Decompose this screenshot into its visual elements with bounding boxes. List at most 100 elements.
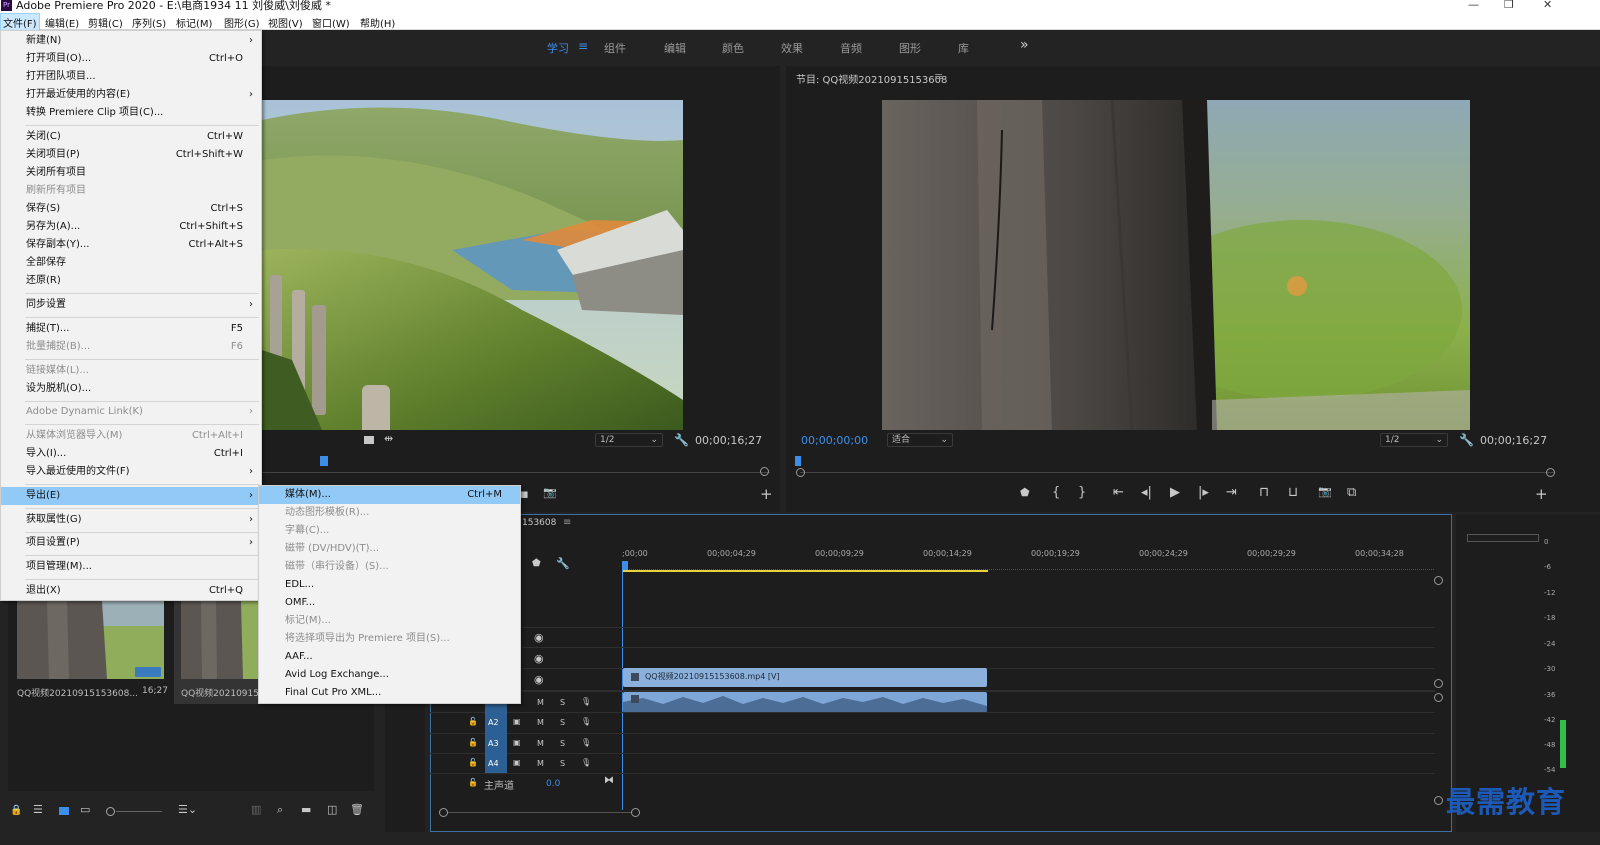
- a4-solo-button[interactable]: S: [560, 759, 565, 768]
- menu-item-save-copy[interactable]: 保存副本(Y)... Ctrl+Alt+S: [1, 236, 261, 254]
- project-lock-icon[interactable]: 🔒: [10, 805, 22, 816]
- menu-item-project-manager[interactable]: 项目管理(M)...: [1, 558, 261, 576]
- a4-sync-icon[interactable]: ▣: [513, 758, 521, 767]
- work-area-bar[interactable]: [623, 570, 988, 572]
- v3-eye-icon[interactable]: ◉: [534, 631, 544, 644]
- menu-help[interactable]: 帮助(H): [360, 15, 395, 30]
- menu-item-make-offline[interactable]: 设为脱机(O)...: [1, 380, 261, 398]
- insert-button[interactable]: [362, 434, 376, 446]
- a4-mic-icon[interactable]: 🎙: [581, 758, 591, 767]
- source-export-frame-icon[interactable]: ▪: [520, 487, 529, 502]
- a3-mute-button[interactable]: M: [537, 739, 544, 748]
- sort-icon[interactable]: ☰⌄: [178, 803, 197, 816]
- menu-item-capture[interactable]: 捕捉(T)... F5: [1, 320, 261, 338]
- export-edl[interactable]: EDL...: [259, 576, 520, 594]
- a2-track-name[interactable]: A2: [488, 718, 499, 727]
- lift-icon[interactable]: ⊓: [1259, 485, 1269, 500]
- a3-lock-icon[interactable]: 🔓: [468, 738, 478, 747]
- add-marker-icon[interactable]: ⬟: [1020, 486, 1030, 499]
- menu-window[interactable]: 窗口(W): [312, 15, 350, 30]
- export-media[interactable]: 媒体(M)... Ctrl+M: [259, 486, 520, 504]
- menu-item-import-recent[interactable]: 导入最近使用的文件(F) ›: [1, 463, 261, 481]
- menu-item-project-settings[interactable]: 项目设置(P) ›: [1, 534, 261, 552]
- a3-mic-icon[interactable]: 🎙: [581, 738, 591, 747]
- trash-icon[interactable]: 🗑: [350, 803, 364, 816]
- menu-item-sync-settings[interactable]: 同步设置 ›: [1, 296, 261, 314]
- menu-item-close-all[interactable]: 关闭所有项目: [1, 164, 261, 182]
- program-scale-dropdown[interactable]: 1/2 ⌄: [1380, 433, 1448, 447]
- v1-eye-icon[interactable]: ◉: [534, 673, 544, 686]
- a4-lock-icon[interactable]: 🔓: [468, 758, 478, 767]
- menu-clip[interactable]: 剪辑(C): [88, 15, 123, 30]
- a1-mic-icon[interactable]: 🎙: [581, 697, 591, 706]
- menu-markers[interactable]: 标记(M): [176, 15, 212, 30]
- video-clip[interactable]: QQ视频20210915153608.mp4 [V]: [623, 668, 987, 687]
- menu-item-link-media[interactable]: 链接媒体(L)...: [1, 362, 261, 380]
- source-camera-icon[interactable]: 📷: [543, 486, 557, 499]
- source-scale-dropdown[interactable]: 1/2 ⌄: [595, 433, 663, 447]
- workspace-overflow-icon[interactable]: »: [1020, 37, 1029, 53]
- menu-graphics[interactable]: 图形(G): [224, 15, 260, 30]
- menu-item-refresh-all[interactable]: 刷新所有项目: [1, 182, 261, 200]
- menu-item-open-recent[interactable]: 打开最近使用的内容(E) ›: [1, 86, 261, 104]
- program-fit-dropdown[interactable]: 适合 ⌄: [887, 433, 953, 447]
- a-scroll-bottom[interactable]: [1434, 796, 1443, 805]
- program-settings-icon[interactable]: 🔧: [1459, 433, 1474, 447]
- source-zoom-handle[interactable]: [760, 467, 769, 476]
- workspace-graphics[interactable]: 图形: [899, 40, 921, 56]
- source-playhead[interactable]: [320, 456, 328, 466]
- program-add-button[interactable]: +: [1535, 485, 1548, 503]
- menu-item-convert-clip[interactable]: 转换 Premiere Clip 项目(C)...: [1, 104, 261, 122]
- master-end-icon[interactable]: ⧓: [604, 775, 614, 786]
- export-tape-serial[interactable]: 磁带（串行设备）(S)...: [259, 558, 520, 576]
- project-item-2-name[interactable]: QQ视频20210915: [181, 686, 259, 699]
- sequence-menu-icon[interactable]: ≡: [563, 517, 571, 528]
- timeline-marker-icon[interactable]: ⬟: [532, 558, 541, 569]
- a1-solo-button[interactable]: S: [560, 698, 565, 707]
- export-markers[interactable]: 标记(M)...: [259, 612, 520, 630]
- menu-item-get-properties[interactable]: 获取属性(G) ›: [1, 511, 261, 529]
- step-forward-icon[interactable]: |▸: [1198, 485, 1209, 500]
- workspace-effects[interactable]: 效果: [781, 40, 803, 56]
- mark-out-icon[interactable]: }: [1078, 485, 1086, 500]
- menu-item-open-project[interactable]: 打开项目(O)... Ctrl+O: [1, 50, 261, 68]
- menu-item-new[interactable]: 新建(N) ›: [1, 32, 261, 50]
- a1-mute-button[interactable]: M: [537, 698, 544, 707]
- menu-item-close-project[interactable]: 关闭项目(P) Ctrl+Shift+W: [1, 146, 261, 164]
- audio-clip[interactable]: [623, 692, 987, 712]
- workspace-color[interactable]: 颜色: [722, 40, 744, 56]
- menu-item-dynamic-link[interactable]: Adobe Dynamic Link(K) ›: [1, 403, 261, 421]
- a4-track-name[interactable]: A4: [488, 759, 499, 768]
- v2-eye-icon[interactable]: ◉: [534, 652, 544, 665]
- menu-item-close[interactable]: 关闭(C) Ctrl+W: [1, 128, 261, 146]
- workspace-menu-icon[interactable]: ≡: [578, 39, 588, 53]
- a2-mic-icon[interactable]: 🎙: [581, 717, 591, 726]
- menu-item-save[interactable]: 保存(S) Ctrl+S: [1, 200, 261, 218]
- menu-edit[interactable]: 编辑(E): [45, 15, 79, 30]
- export-avid-log[interactable]: Avid Log Exchange...: [259, 666, 520, 684]
- a2-sync-icon[interactable]: ▣: [513, 717, 521, 726]
- export-motion-graphics-template[interactable]: 动态图形模板(R)...: [259, 504, 520, 522]
- step-back-icon[interactable]: ◂|: [1141, 485, 1152, 500]
- automate-icon[interactable]: ▥: [251, 803, 261, 816]
- timeline-settings-icon[interactable]: 🔧: [556, 557, 570, 570]
- timeline-ruler[interactable]: [622, 562, 1434, 570]
- master-lock-icon[interactable]: 🔓: [468, 778, 478, 787]
- close-icon[interactable]: ✕: [1543, 0, 1552, 10]
- program-current-timecode[interactable]: 00;00;00;00: [801, 434, 868, 447]
- program-zoom-handle-right[interactable]: [1546, 468, 1555, 477]
- a3-track-name[interactable]: A3: [488, 739, 499, 748]
- menu-item-save-all[interactable]: 全部保存: [1, 254, 261, 272]
- v-scroll-bottom[interactable]: [1434, 679, 1443, 688]
- minimize-icon[interactable]: —: [1468, 0, 1479, 10]
- project-thumbnail-1[interactable]: [17, 601, 164, 679]
- extract-icon[interactable]: ⊔: [1288, 485, 1298, 500]
- sequence-tab[interactable]: 153608: [522, 518, 556, 528]
- export-fcp-xml[interactable]: Final Cut Pro XML...: [259, 684, 520, 702]
- new-bin-icon[interactable]: ▬: [301, 803, 311, 816]
- timeline-playhead-head[interactable]: [622, 561, 628, 570]
- icon-view-icon[interactable]: [59, 807, 69, 815]
- menu-item-open-team-project[interactable]: 打开团队项目...: [1, 68, 261, 86]
- menu-item-export[interactable]: 导出(E) ›: [1, 487, 261, 505]
- a3-sync-icon[interactable]: ▣: [513, 738, 521, 747]
